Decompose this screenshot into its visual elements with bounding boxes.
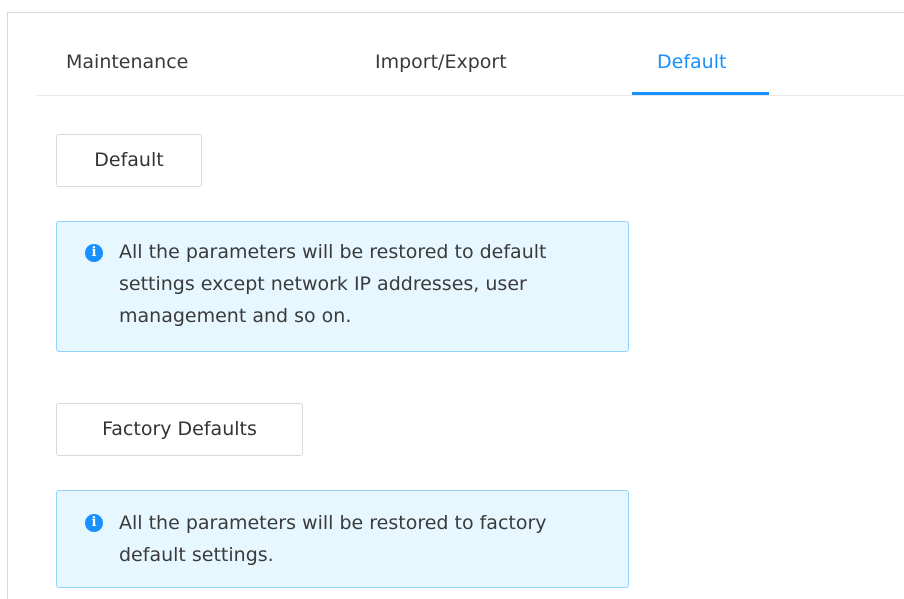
tab-default[interactable]: Default <box>657 31 726 95</box>
default-notice: i All the parameters will be restored to… <box>56 221 629 352</box>
tab-bar: Maintenance Import/Export Default <box>37 31 904 96</box>
tab-import-export[interactable]: Import/Export <box>375 31 507 95</box>
info-icon: i <box>85 514 103 532</box>
default-notice-text: All the parameters will be restored to d… <box>119 241 547 327</box>
info-icon: i <box>85 244 103 262</box>
factory-notice: i All the parameters will be restored to… <box>56 490 629 588</box>
factory-notice-text: All the parameters will be restored to f… <box>119 512 547 566</box>
factory-defaults-button[interactable]: Factory Defaults <box>56 403 303 456</box>
active-tab-indicator <box>632 92 769 95</box>
default-button[interactable]: Default <box>56 134 202 187</box>
tab-maintenance[interactable]: Maintenance <box>66 31 188 95</box>
